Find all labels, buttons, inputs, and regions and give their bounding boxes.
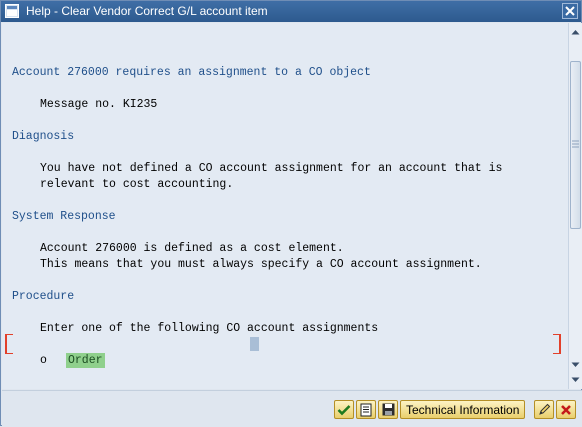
- selection-bracket-right: [553, 334, 561, 354]
- title-bar: Help - Clear Vendor Correct G/L account …: [1, 1, 581, 22]
- floppy-save-icon: [382, 403, 394, 416]
- window-title: Help - Clear Vendor Correct G/L account …: [26, 4, 268, 18]
- confirm-button[interactable]: [334, 400, 354, 419]
- arrow-down-icon: [571, 362, 580, 367]
- selection-bracket-left: [5, 334, 13, 354]
- edit-button[interactable]: [534, 400, 554, 419]
- arrow-down-icon: [571, 377, 580, 382]
- procedure-heading: Procedure: [12, 290, 75, 303]
- red-x-icon: [561, 404, 571, 415]
- diagnosis-text-line1: You have not defined a CO account assign…: [40, 162, 503, 175]
- message-number: Message no. KI235: [40, 98, 158, 111]
- cancel-button[interactable]: [556, 400, 576, 419]
- arrow-up-icon: [571, 30, 580, 35]
- system-response-heading: System Response: [12, 210, 116, 223]
- vertical-scrollbar[interactable]: [568, 23, 582, 389]
- pencil-icon: [538, 403, 550, 415]
- message-title: Account 276000 requires an assignment to…: [12, 66, 371, 79]
- diagnosis-heading: Diagnosis: [12, 130, 75, 143]
- grip-icon: [572, 140, 579, 148]
- system-response-line2: This means that you must always specify …: [40, 258, 482, 271]
- diagnosis-text-line2: relevant to cost accounting.: [40, 178, 234, 191]
- system-response-line1: Account 276000 is defined as a cost elem…: [40, 242, 344, 255]
- text-cursor: [250, 337, 259, 351]
- help-text-area: Account 276000 requires an assignment to…: [2, 23, 568, 389]
- bullet-marker: o: [40, 354, 47, 367]
- scroll-down-end-button[interactable]: [569, 373, 582, 387]
- scroll-down-button[interactable]: [569, 358, 582, 372]
- print-button[interactable]: [356, 400, 376, 419]
- order-link[interactable]: Order: [66, 353, 105, 368]
- close-icon: [565, 6, 575, 16]
- scroll-thumb[interactable]: [570, 61, 581, 229]
- bottom-toolbar: Technical Information: [2, 390, 582, 427]
- checkmark-icon: [337, 404, 351, 415]
- close-button[interactable]: [562, 3, 578, 19]
- help-dialog: Help - Clear Vendor Correct G/L account …: [0, 0, 582, 427]
- sap-window-icon: [5, 4, 19, 18]
- procedure-text: Enter one of the following CO account as…: [40, 322, 379, 335]
- save-button[interactable]: [378, 400, 398, 419]
- document-icon: [360, 403, 372, 416]
- technical-information-button[interactable]: Technical Information: [400, 400, 526, 419]
- scroll-up-button[interactable]: [569, 25, 582, 39]
